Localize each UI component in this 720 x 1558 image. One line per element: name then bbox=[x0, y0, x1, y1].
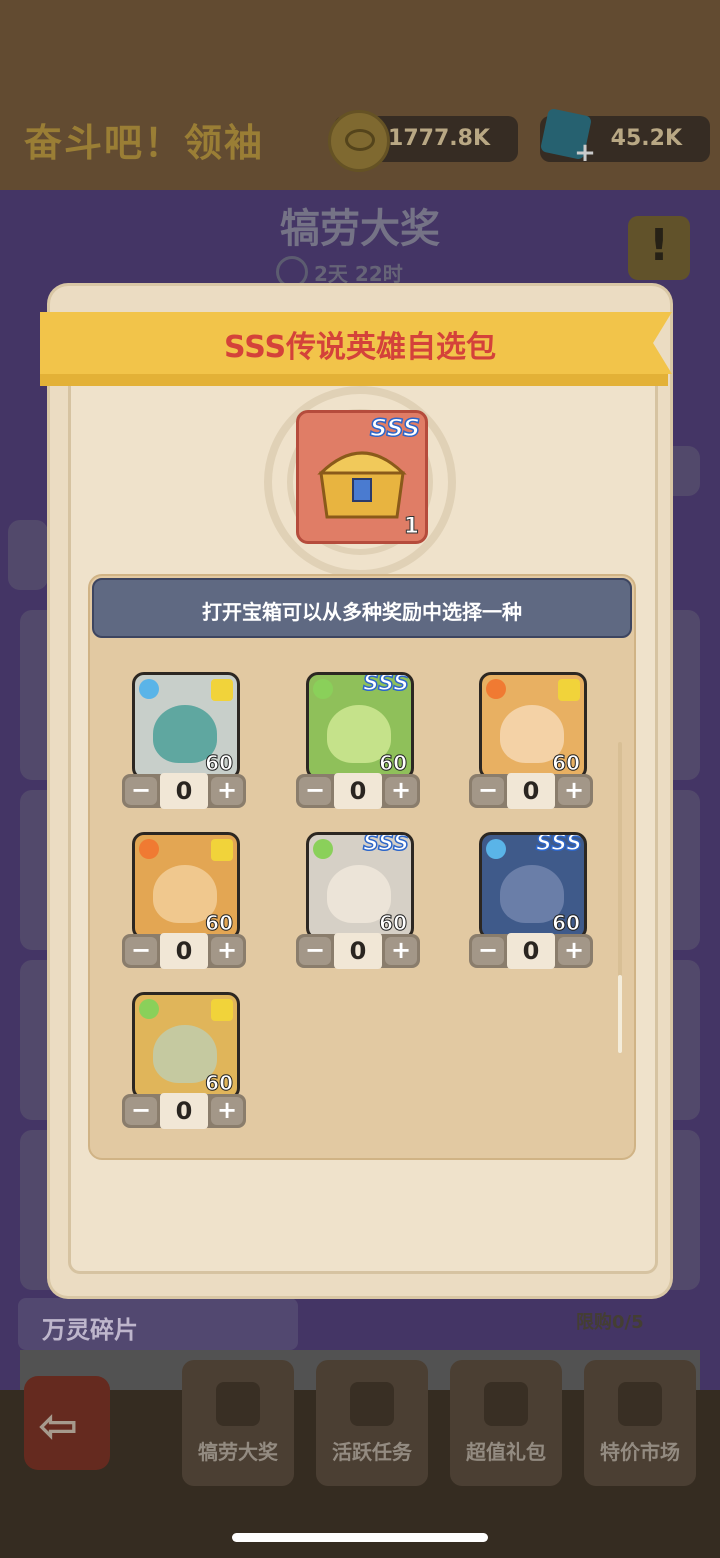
decrease-button[interactable]: − bbox=[472, 777, 504, 805]
puzzle-piece-icon bbox=[211, 999, 233, 1021]
decrease-button[interactable]: − bbox=[472, 937, 504, 965]
wood-element-icon bbox=[313, 679, 333, 699]
hero-card[interactable]: 60 bbox=[132, 992, 240, 1100]
wood-element-icon bbox=[139, 999, 159, 1019]
quantity-value[interactable]: 0 bbox=[507, 933, 555, 969]
increase-button[interactable]: + bbox=[558, 777, 590, 805]
quantity-value[interactable]: 0 bbox=[160, 773, 208, 809]
puzzle-piece-icon bbox=[211, 679, 233, 701]
hero-card[interactable]: SSS 60 bbox=[479, 832, 587, 940]
hero-level: 60 bbox=[379, 751, 408, 776]
increase-button[interactable]: + bbox=[211, 937, 243, 965]
quantity-value[interactable]: 0 bbox=[160, 1093, 208, 1129]
quantity-value[interactable]: 0 bbox=[160, 933, 208, 969]
hero-rank-badge: SSS bbox=[535, 832, 582, 857]
increase-button[interactable]: + bbox=[385, 937, 417, 965]
decrease-button[interactable]: − bbox=[299, 777, 331, 805]
hero-level: 60 bbox=[552, 751, 581, 776]
wood-element-icon bbox=[313, 839, 333, 859]
hero-level: 60 bbox=[552, 911, 581, 936]
instruction-text: 打开宝箱可以从多种奖励中选择一种 bbox=[202, 600, 522, 624]
decrease-button[interactable]: − bbox=[125, 937, 157, 965]
quantity-stepper: −0 + bbox=[469, 933, 593, 969]
hero-card[interactable]: 60 bbox=[132, 672, 240, 780]
dialog-title: SSS传说英雄自选包 bbox=[223, 330, 497, 365]
quantity-value[interactable]: 0 bbox=[507, 773, 555, 809]
quantity-stepper: −0 + bbox=[122, 773, 246, 809]
grid-scrollbar-thumb[interactable] bbox=[618, 975, 622, 1053]
fire-element-icon bbox=[486, 679, 506, 699]
hero-rank-badge: SSS bbox=[362, 832, 409, 857]
puzzle-piece-icon bbox=[211, 839, 233, 861]
puzzle-piece-icon bbox=[558, 679, 580, 701]
water-element-icon bbox=[486, 839, 506, 859]
quantity-value[interactable]: 0 bbox=[334, 933, 382, 969]
hero-card[interactable]: 60 bbox=[132, 832, 240, 940]
quantity-value[interactable]: 0 bbox=[334, 773, 382, 809]
hero-rank-badge: SSS bbox=[362, 672, 409, 697]
increase-button[interactable]: + bbox=[211, 777, 243, 805]
decrease-button[interactable]: − bbox=[125, 777, 157, 805]
hero-level: 60 bbox=[205, 1071, 234, 1096]
decrease-button[interactable]: − bbox=[299, 937, 331, 965]
increase-button[interactable]: + bbox=[385, 777, 417, 805]
increase-button[interactable]: + bbox=[211, 1097, 243, 1125]
home-indicator[interactable] bbox=[232, 1533, 488, 1542]
quantity-stepper: −0 + bbox=[469, 773, 593, 809]
quantity-stepper: −0 + bbox=[296, 933, 420, 969]
hero-card[interactable]: SSS 60 bbox=[306, 672, 414, 780]
decrease-button[interactable]: − bbox=[125, 1097, 157, 1125]
hero-level: 60 bbox=[379, 911, 408, 936]
hero-card[interactable]: 60 bbox=[479, 672, 587, 780]
hero-level: 60 bbox=[205, 751, 234, 776]
chest-count: 1 bbox=[403, 514, 419, 540]
chest-rank-badge: SSS bbox=[369, 413, 421, 443]
instruction-banner: 打开宝箱可以从多种奖励中选择一种 bbox=[92, 578, 632, 638]
quantity-stepper: −0 + bbox=[122, 933, 246, 969]
increase-button[interactable]: + bbox=[558, 937, 590, 965]
fire-element-icon bbox=[139, 839, 159, 859]
hero-card[interactable]: SSS 60 bbox=[306, 832, 414, 940]
quantity-stepper: −0 + bbox=[122, 1093, 246, 1129]
hero-level: 60 bbox=[205, 911, 234, 936]
water-element-icon bbox=[139, 679, 159, 699]
quantity-stepper: −0 + bbox=[296, 773, 420, 809]
